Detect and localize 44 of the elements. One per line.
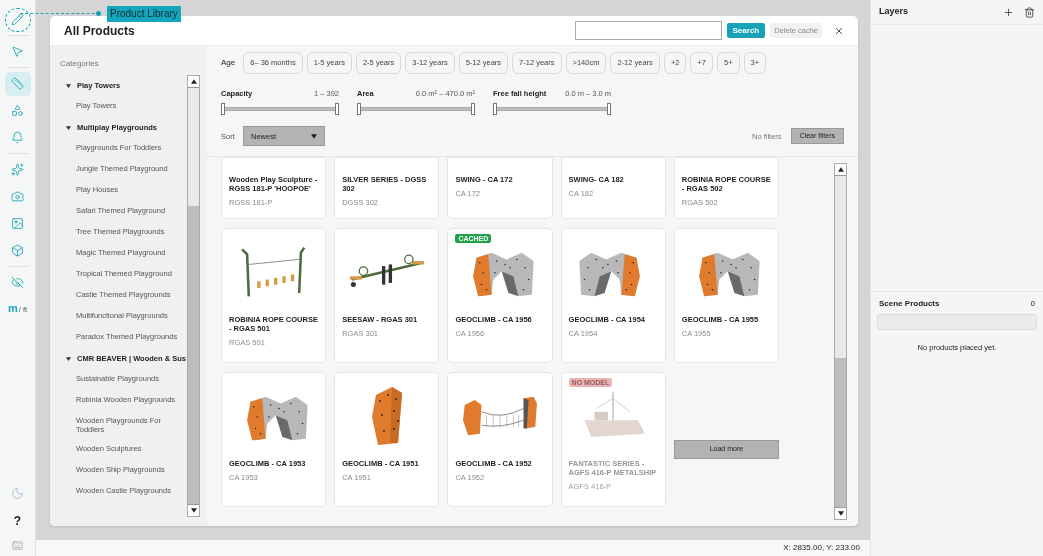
- cube-icon: [11, 244, 24, 257]
- range-thumb[interactable]: [471, 103, 475, 116]
- bell-icon: [11, 131, 24, 144]
- cursor-icon: [11, 45, 24, 58]
- help-button[interactable]: ?: [13, 512, 22, 530]
- climbing-block-drawing: [370, 386, 403, 446]
- scroll-up-icon[interactable]: [190, 79, 197, 84]
- range-thumb[interactable]: [493, 103, 497, 116]
- scroll-thumb[interactable]: [188, 88, 199, 206]
- categories-scrollbar[interactable]: [187, 75, 200, 517]
- shapes-icon: [11, 104, 24, 117]
- coordinates-readout: X: 2835.00, Y: 233.00: [783, 542, 860, 554]
- add-icon[interactable]: [1003, 6, 1014, 18]
- collapse-icon[interactable]: [66, 125, 71, 130]
- range-slider[interactable]: [221, 103, 339, 116]
- range-slider[interactable]: [357, 103, 475, 116]
- search-field[interactable]: [574, 21, 722, 40]
- close-icon[interactable]: [834, 25, 844, 36]
- scroll-down-icon[interactable]: [190, 508, 197, 513]
- products-scrollbar[interactable]: [834, 163, 847, 520]
- layers-title: Layers: [879, 5, 909, 19]
- range-thumb[interactable]: [357, 103, 361, 116]
- scroll-thumb[interactable]: [835, 176, 846, 358]
- dialog-title: All Products: [64, 22, 135, 40]
- eye-off-icon: [11, 276, 24, 289]
- ruler-icon: [11, 77, 24, 90]
- scene-products-title: Scene Products: [879, 298, 940, 310]
- range-slider[interactable]: [493, 103, 611, 116]
- scroll-down-icon[interactable]: [837, 511, 844, 516]
- image-icon: [11, 217, 24, 230]
- trash-icon[interactable]: [1024, 6, 1035, 18]
- collapse-icon[interactable]: [66, 83, 71, 88]
- categories-heading: Categories: [60, 58, 100, 70]
- dropdown-caret-icon: [311, 133, 317, 139]
- age-label: Age: [221, 57, 236, 69]
- camera-icon: [11, 190, 24, 203]
- collapse-icon[interactable]: [66, 356, 71, 361]
- tooltip: Product Library: [107, 6, 181, 22]
- unit-metric: m: [7, 301, 18, 316]
- sparkles-icon: [11, 163, 24, 176]
- range-thumb[interactable]: [607, 103, 611, 116]
- scroll-up-icon[interactable]: [837, 167, 844, 172]
- range-thumb[interactable]: [221, 103, 225, 116]
- range-thumb[interactable]: [335, 103, 339, 116]
